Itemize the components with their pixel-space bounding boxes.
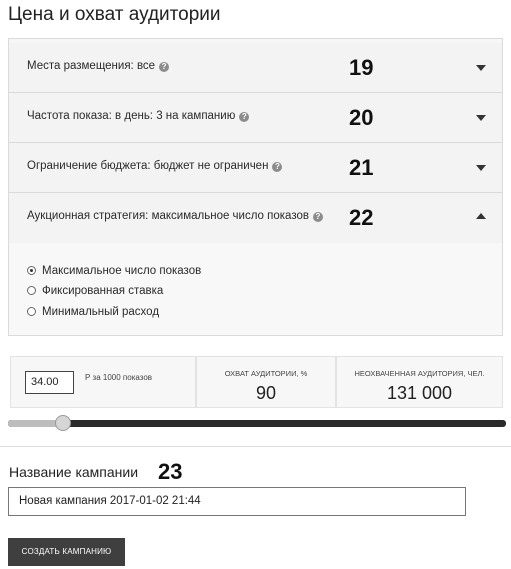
chevron-up-icon[interactable] bbox=[476, 213, 486, 219]
slider-track[interactable] bbox=[8, 420, 506, 427]
coverage-value: 90 bbox=[255, 383, 277, 403]
slider-thumb[interactable] bbox=[55, 415, 71, 431]
bid-slider[interactable] bbox=[8, 415, 506, 431]
help-icon[interactable]: ? bbox=[312, 212, 323, 222]
coverage-box: ОХВАТ АУДИТОРИИ, % 90 bbox=[196, 356, 336, 408]
uncovered-value: 131 000 bbox=[386, 383, 453, 403]
strategy-option-min-spend[interactable]: Минимальный расход bbox=[27, 306, 159, 318]
strategy-option-max-impressions[interactable]: Максимальное число показов bbox=[27, 265, 201, 277]
chevron-down-icon[interactable] bbox=[476, 65, 486, 71]
chevron-down-icon[interactable] bbox=[476, 165, 486, 171]
chevron-down-icon[interactable] bbox=[476, 115, 486, 121]
setting-label: Частота показа: в день: 3 на кампанию bbox=[27, 110, 236, 122]
strategy-options: Максимальное число показов Фиксированная… bbox=[9, 243, 502, 335]
page-title: Цена и охват аудитории bbox=[8, 4, 221, 25]
setting-row-placements[interactable]: Места размещения: все? 19 bbox=[9, 43, 502, 93]
radio-button[interactable] bbox=[27, 286, 36, 295]
bid-box: 34.00 Р за 1000 показов bbox=[10, 356, 196, 408]
bid-unit: Р за 1000 показов bbox=[85, 373, 153, 382]
uncovered-box: НЕОХВАЧЕННАЯ АУДИТОРИЯ, ЧЕЛ. 131 000 bbox=[336, 356, 503, 408]
setting-row-frequency[interactable]: Частота показа: в день: 3 на кампанию? 2… bbox=[9, 93, 502, 143]
help-icon[interactable]: ? bbox=[272, 162, 283, 172]
uncovered-caption: НЕОХВАЧЕННАЯ АУДИТОРИЯ, ЧЕЛ. bbox=[354, 369, 485, 378]
campaign-name-label: Название кампании bbox=[9, 464, 139, 480]
radio-button[interactable] bbox=[27, 307, 36, 316]
option-label: Минимальный расход bbox=[42, 306, 160, 318]
settings-panel: Места размещения: все? 19 Частота показа… bbox=[8, 38, 503, 336]
help-icon[interactable]: ? bbox=[159, 62, 170, 72]
divider bbox=[0, 446, 511, 447]
radio-button[interactable] bbox=[27, 266, 36, 275]
annotation-number: 20 bbox=[349, 105, 374, 130]
campaign-name-input[interactable]: Новая кампания 2017-01-02 21:44 bbox=[8, 487, 466, 516]
create-campaign-button[interactable]: СОЗДАТЬ КАМПАНИЮ bbox=[8, 538, 125, 566]
setting-label: Места размещения: все bbox=[27, 60, 156, 72]
help-icon[interactable]: ? bbox=[239, 112, 250, 122]
coverage-caption: ОХВАТ АУДИТОРИИ, % bbox=[224, 369, 308, 378]
option-label: Фиксированная ставка bbox=[42, 285, 164, 297]
bid-stats: 34.00 Р за 1000 показов ОХВАТ АУДИТОРИИ,… bbox=[8, 356, 503, 408]
option-label: Максимальное число показов bbox=[42, 265, 202, 277]
setting-label: Ограничение бюджета: бюджет не ограничен bbox=[27, 160, 269, 172]
campaign-settings-page: Цена и охват аудитории Места размещения:… bbox=[0, 0, 511, 569]
annotation-number: 22 bbox=[349, 205, 374, 230]
setting-label: Аукционная стратегия: максимальное число… bbox=[27, 210, 309, 222]
annotation-number: 19 bbox=[349, 55, 374, 80]
setting-row-auction-strategy[interactable]: Аукционная стратегия: максимальное число… bbox=[9, 193, 502, 243]
strategy-option-fixed-bid[interactable]: Фиксированная ставка bbox=[27, 285, 163, 297]
annotation-number: 21 bbox=[349, 155, 374, 180]
setting-row-budget[interactable]: Ограничение бюджета: бюджет не ограничен… bbox=[9, 143, 502, 193]
bid-input[interactable]: 34.00 bbox=[25, 371, 74, 394]
annotation-number: 23 bbox=[158, 459, 183, 484]
